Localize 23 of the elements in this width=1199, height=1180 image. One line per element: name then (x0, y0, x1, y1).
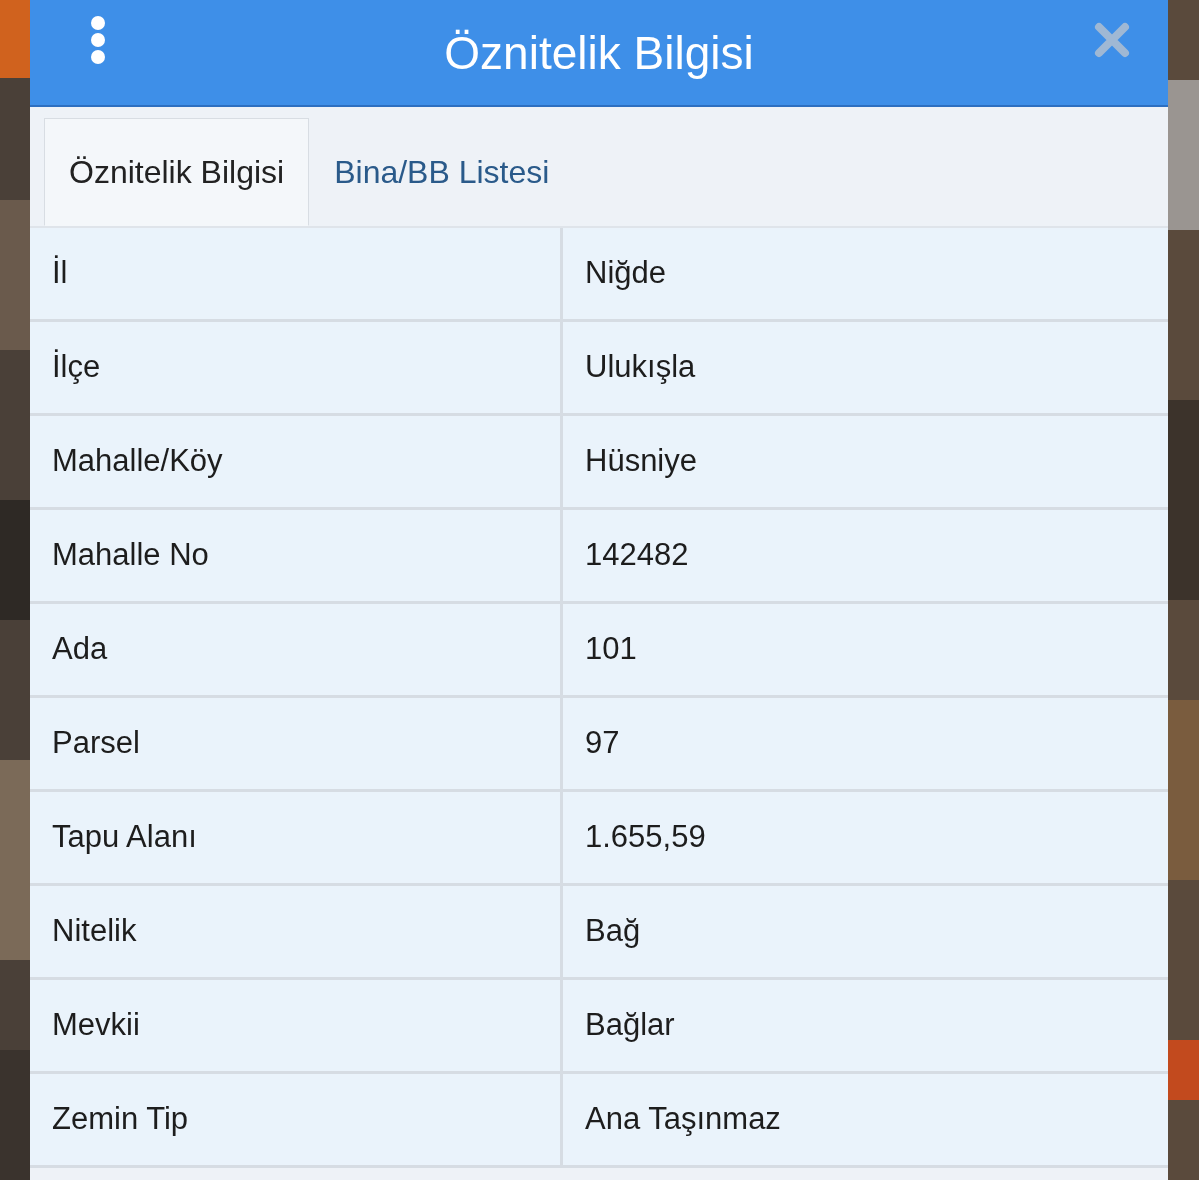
field-label: Mevkii (30, 980, 563, 1071)
tab[interactable]: Öznitelik Bilgisi (44, 118, 310, 226)
field-value: Ana Taşınmaz (563, 1074, 1168, 1165)
field-value: Ulukışla (563, 322, 1168, 413)
field-label: Zemin Tip (30, 1074, 563, 1165)
field-label: Ada (30, 604, 563, 695)
field-value: Bağ (563, 886, 1168, 977)
field-value: 101 (563, 604, 1168, 695)
field-label: İl (30, 228, 563, 319)
field-value: 1.655,59 (563, 792, 1168, 883)
field-label: Mahalle No (30, 510, 563, 601)
field-value: Niğde (563, 228, 1168, 319)
field-label: İlçe (30, 322, 563, 413)
menu-icon[interactable] (90, 15, 106, 65)
field-label: Mahalle/Köy (30, 416, 563, 507)
tab[interactable]: Bina/BB Listesi (309, 118, 575, 226)
field-value: 142482 (563, 510, 1168, 601)
field-value: Bağlar (563, 980, 1168, 1071)
field-value: 97 (563, 698, 1168, 789)
field-label: Nitelik (30, 886, 563, 977)
field-value: Hüsniye (563, 416, 1168, 507)
field-label: Tapu Alanı (30, 792, 563, 883)
field-label: Parsel (30, 698, 563, 789)
